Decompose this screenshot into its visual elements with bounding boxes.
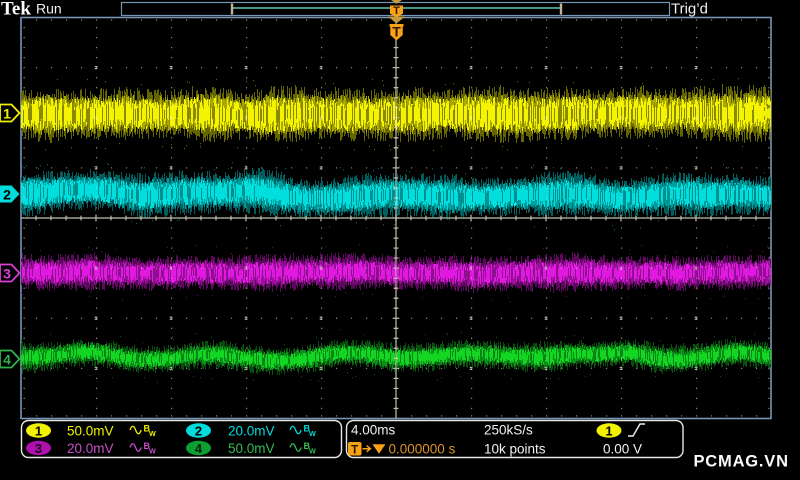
svg-text:3: 3 [35, 441, 42, 456]
svg-text:1: 1 [605, 424, 612, 439]
svg-text:PCMAG.VN: PCMAG.VN [694, 453, 789, 471]
svg-text:4.00ms: 4.00ms [351, 423, 396, 438]
svg-text:4: 4 [3, 351, 11, 367]
svg-text:50.0mV: 50.0mV [67, 424, 114, 439]
svg-text:T: T [351, 443, 359, 457]
svg-text:0.000000 s: 0.000000 s [389, 442, 456, 457]
svg-text:W: W [149, 429, 156, 438]
svg-text:20.0mV: 20.0mV [67, 441, 114, 456]
svg-text:Tek: Tek [1, 0, 31, 20]
svg-text:2: 2 [195, 424, 202, 439]
svg-text:1: 1 [3, 105, 11, 121]
svg-text:Trig’d: Trig’d [671, 1, 708, 18]
svg-text:2: 2 [3, 186, 11, 202]
svg-text:250kS/s: 250kS/s [484, 423, 533, 438]
svg-text:3: 3 [3, 265, 11, 281]
svg-text:Run: Run [36, 1, 62, 17]
svg-text:0.00 V: 0.00 V [603, 442, 642, 457]
svg-text:W: W [309, 447, 316, 456]
svg-text:4: 4 [195, 441, 203, 456]
svg-text:20.0mV: 20.0mV [228, 424, 275, 439]
svg-text:1: 1 [35, 424, 42, 439]
svg-text:W: W [309, 429, 316, 438]
svg-text:W: W [149, 447, 156, 456]
svg-text:10k points: 10k points [484, 442, 546, 457]
svg-text:T: T [393, 5, 400, 17]
svg-text:T: T [392, 24, 401, 40]
svg-text:50.0mV: 50.0mV [228, 441, 275, 456]
